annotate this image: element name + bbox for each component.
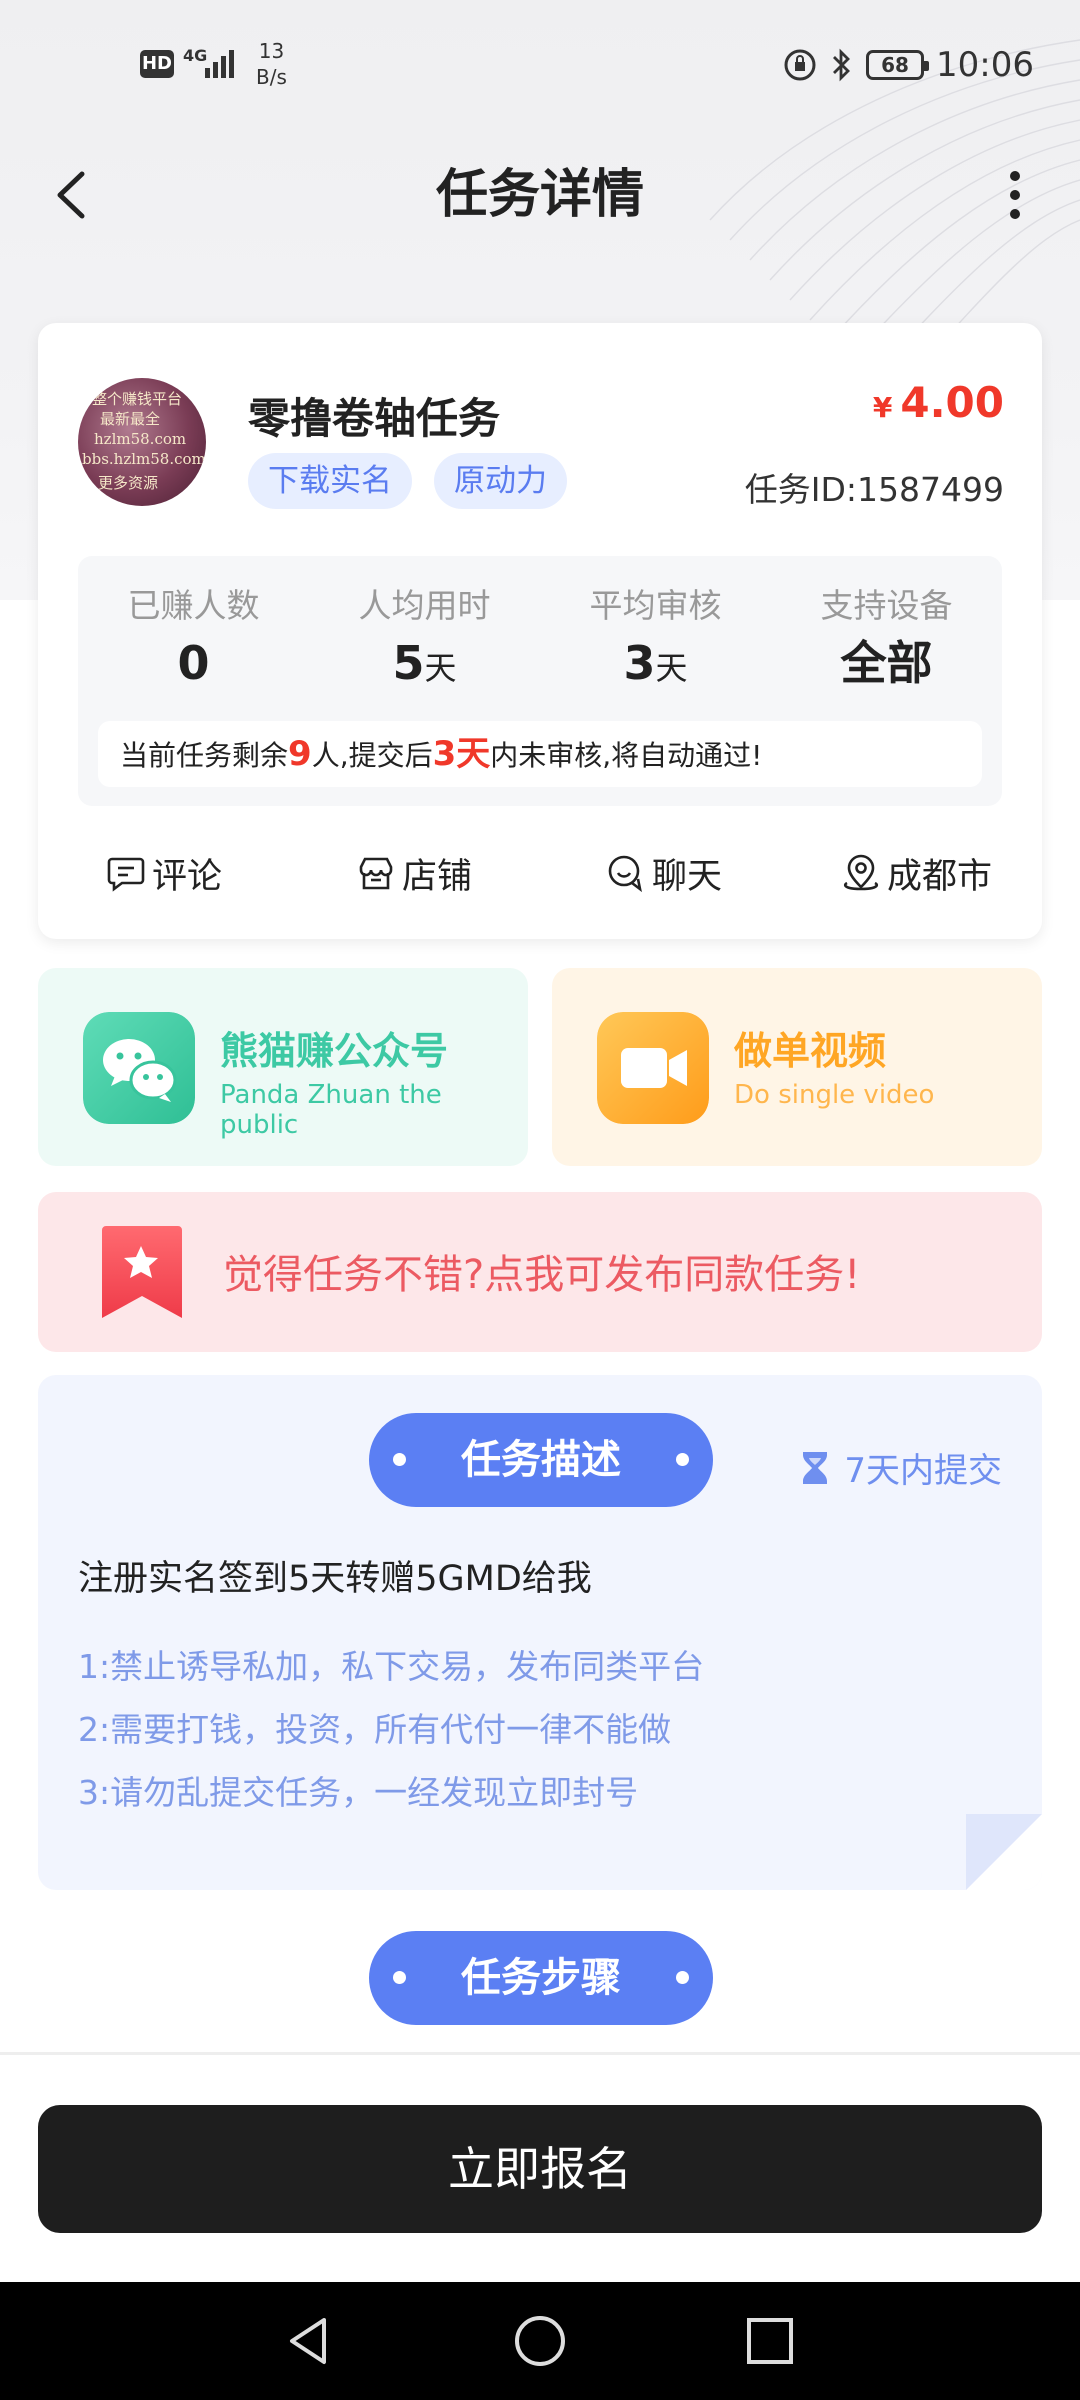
task-description-card: 任务描述 7天内提交 注册实名签到5天转赠5GMD给我 1:禁止诱导私加，私下交… [38,1375,1042,1890]
submit-deadline: 7天内提交 [800,1443,1002,1492]
stat-avg-time: 人均用时 5天 [309,584,540,699]
currency-symbol: ¥ [872,391,893,424]
task-id: 任务ID:1587499 [744,470,1004,509]
location-icon [843,854,879,891]
task-rules: 1:禁止诱导私加，私下交易，发布同类平台 2:需要打钱，投资，所有代付一律不能做… [78,1635,704,1824]
nav-back-icon[interactable] [278,2310,340,2372]
battery-icon: 68 [866,50,930,80]
stat-avg-review: 平均审核 3天 [540,584,771,699]
wechat-public-card[interactable]: 熊猫赚公众号 Panda Zhuan the public [38,968,528,1166]
video-promo-subtitle: Do single video [734,1080,935,1110]
rule-item: 1:禁止诱导私加，私下交易，发布同类平台 [78,1647,705,1686]
task-steps-title[interactable]: 任务步骤 [369,1931,713,2025]
bottom-action-bar: 立即报名 [0,2052,1080,2282]
task-name: 零撸卷轴任务 [248,394,501,443]
comment-label: 评论 [152,856,223,897]
stat-label: 平均审核 [589,586,722,625]
video-promo-title: 做单视频 [734,1029,887,1073]
stat-value: 5天 [392,636,457,690]
chat-label: 聊天 [652,856,723,897]
video-camera-icon [597,1012,709,1124]
hd-indicator: HD [140,50,174,78]
wechat-icon [83,1012,195,1124]
publish-banner-text: 觉得任务不错?点我可发布同款任务! [223,1252,861,1298]
comment-icon [107,857,145,892]
speed-value: 13 [258,39,285,63]
status-bar: HD 4G 13 B/s 68 10:06 [0,0,1080,120]
bluetooth-icon [833,48,850,82]
stat-value: 3天 [623,636,688,690]
avatar-watermark: 整个赚钱平台 [92,390,183,408]
system-nav-bar [0,2282,1080,2400]
more-vertical-icon [1010,171,1020,181]
task-price: ¥4.00 [873,378,1004,427]
stat-value: 0 [177,636,210,690]
chat-icon [608,855,642,893]
auto-approve-notice: 当前任务剩余9人,提交后3天内未审核,将自动通过! [98,721,982,787]
stat-label: 已赚人数 [127,586,260,625]
comment-button[interactable]: 评论 [106,843,222,903]
stat-devices: 支持设备 全部 [771,584,1002,694]
signal-icon [205,50,234,78]
shop-label: 店铺 [402,856,473,897]
video-guide-card[interactable]: 做单视频 Do single video [552,968,1042,1166]
task-avatar[interactable]: 整个赚钱平台 最新最全 hzlm58.com bbs.hzlm58.com 更多… [78,378,206,506]
wechat-promo-title: 熊猫赚公众号 [220,1029,449,1073]
stat-earned-count: 已赚人数 0 [78,584,309,694]
description-main: 注册实名签到5天转赠5GMD给我 [78,1559,592,1599]
avatar-watermark: bbs.hzlm58.com [82,450,206,468]
network-type: 4G [183,46,208,65]
tag-source: 原动力 [434,453,567,509]
avatar-watermark: 最新最全 [100,410,161,428]
rule-item: 3:请勿乱提交任务，一经发现立即封号 [78,1773,639,1812]
description-title: 任务描述 [369,1413,713,1507]
task-card: 整个赚钱平台 最新最全 hzlm58.com bbs.hzlm58.com 更多… [38,323,1042,939]
rotation-lock-icon [784,49,816,81]
shop-icon [359,857,393,890]
page-fold-decoration [966,1814,1042,1890]
more-button[interactable] [980,160,1050,230]
app-header: 任务详情 [0,130,1080,260]
publish-same-task-banner[interactable]: 觉得任务不错?点我可发布同款任务! [38,1192,1042,1352]
wechat-promo-subtitle: Panda Zhuan the public [220,1080,442,1140]
avatar-watermark: 更多资源 [98,474,159,492]
avatar-watermark: hzlm58.com [94,430,187,448]
page-title: 任务详情 [435,165,644,225]
stat-value: 全部 [840,636,933,690]
nav-recents-icon[interactable] [739,2310,801,2372]
location-button[interactable]: 成都市 [841,843,992,903]
chat-button[interactable]: 聊天 [606,843,722,903]
task-stats: 已赚人数 0 人均用时 5天 平均审核 3天 支持设备 全部 当前任务剩余9人,… [78,556,1002,806]
signup-button[interactable]: 立即报名 [38,2105,1042,2233]
rule-item: 2:需要打钱，投资，所有代付一律不能做 [78,1710,672,1749]
shop-button[interactable]: 店铺 [356,843,472,903]
price-value: 4.00 [900,378,1004,427]
stat-label: 支持设备 [820,586,953,625]
task-tags: 下载实名 原动力 [248,453,567,509]
deadline-text: 7天内提交 [844,1451,1002,1491]
tag-download-verify: 下载实名 [248,453,412,509]
stat-label: 人均用时 [358,586,491,625]
bookmark-star-icon [102,1226,182,1318]
network-speed: 13 B/s [256,38,287,90]
nav-home-icon[interactable] [509,2310,571,2372]
clock: 10:06 [936,45,1034,85]
card-actions: 评论 店铺 聊天 成都市 [38,823,1042,923]
location-label: 成都市 [887,856,993,897]
speed-unit: B/s [256,65,287,89]
hourglass-icon [803,1451,828,1484]
